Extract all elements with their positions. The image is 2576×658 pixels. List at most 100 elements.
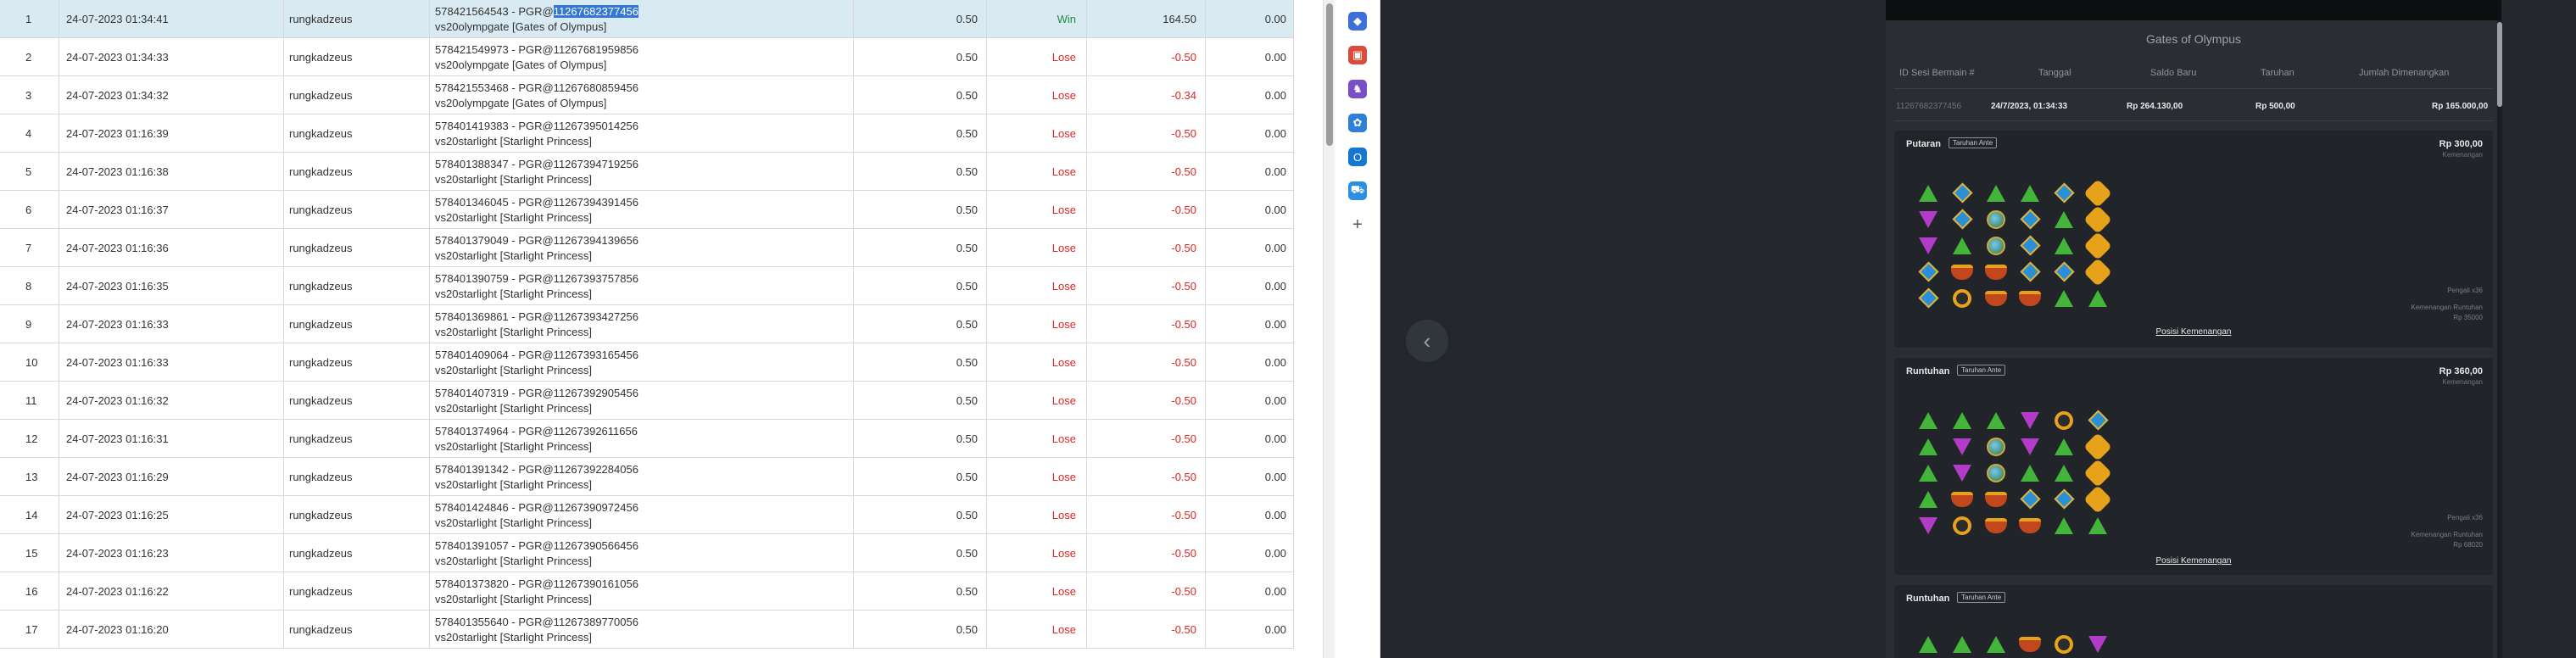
symbol-tri-icon <box>1945 232 1979 259</box>
table-row[interactable]: 10 24-07-2023 01:16:33 rungkadzeus 57840140… <box>0 343 1294 382</box>
row-date: 24-07-2023 01:34:32 <box>59 76 284 114</box>
row-transaction-id[interactable]: 578421549973 - PGR@11267681959856 <box>435 42 638 58</box>
table-row[interactable]: 13 24-07-2023 01:16:29 rungkadzeus 57840139… <box>0 458 1294 496</box>
card-multiplier: Pengali x36 <box>2447 287 2483 294</box>
symbol-ring-icon <box>2047 407 2081 433</box>
toolbox-icon[interactable]: ▣ <box>1348 46 1367 64</box>
row-balance: 0.00 <box>1206 420 1294 458</box>
header-date: Tanggal <box>2038 68 2071 78</box>
row-user: rungkadzeus <box>284 153 430 191</box>
table-row[interactable]: 8 24-07-2023 01:16:35 rungkadzeus 578401390… <box>0 267 1294 305</box>
tag-icon[interactable]: ◆ <box>1348 12 1367 31</box>
row-transaction-id[interactable]: 578421553468 - PGR@11267680859456 <box>435 81 638 96</box>
transaction-id-text: 578401391342 - PGR@11267392284056 <box>435 462 638 476</box>
symbol-hex-icon <box>2081 231 2115 260</box>
table-row[interactable]: 9 24-07-2023 01:16:33 rungkadzeus 578401369… <box>0 305 1294 343</box>
table-row[interactable]: 11 24-07-2023 01:16:32 rungkadzeus 57840140… <box>0 382 1294 420</box>
table-row[interactable]: 15 24-07-2023 01:16:23 rungkadzeus 57840139… <box>0 534 1294 572</box>
row-transaction-id[interactable]: 578401407319 - PGR@11267392905456 <box>435 386 638 401</box>
card-title: Runtuhan <box>1906 366 1950 376</box>
row-bet: 0.50 <box>854 343 987 382</box>
chess-icon[interactable]: ♞ <box>1348 80 1367 98</box>
table-row[interactable]: 5 24-07-2023 01:16:38 rungkadzeus 578401388… <box>0 153 1294 191</box>
symbol-dia-icon <box>2013 232 2047 259</box>
row-description[interactable]: 578401355640 - PGR@11267389770056 vs20sta… <box>430 611 854 649</box>
panel-title: Gates of Olympus <box>2145 32 2242 46</box>
row-description[interactable]: 578401369861 - PGR@11267393427256 vs20sta… <box>430 305 854 343</box>
symbol-dia-icon <box>2047 180 2081 206</box>
table-row[interactable]: 6 24-07-2023 01:16:37 rungkadzeus 578401346… <box>0 191 1294 229</box>
symbol-tri-icon <box>1911 433 1945 460</box>
row-balance: 0.00 <box>1206 534 1294 572</box>
scrollbar-thumb[interactable] <box>1326 3 1333 146</box>
row-transaction-id[interactable]: 578421564543 - PGR@11267682377456 <box>435 4 638 20</box>
row-transaction-id[interactable]: 578401424846 - PGR@11267390972456 <box>435 500 638 516</box>
row-transaction-id[interactable]: 578401373820 - PGR@11267390161056 <box>435 577 638 592</box>
row-description[interactable]: 578401391057 - PGR@11267390566456 vs20sta… <box>430 534 854 572</box>
row-bet: 0.50 <box>854 191 987 229</box>
row-transaction-id[interactable]: 578401374964 - PGR@11267392611656 <box>435 424 638 439</box>
row-transaction-id[interactable]: 578401391057 - PGR@11267390566456 <box>435 538 638 554</box>
symbol-tri-icon <box>2013 460 2047 486</box>
row-transaction-id[interactable]: 578401388347 - PGR@11267394719256 <box>435 157 638 172</box>
row-transaction-id[interactable]: 578401390759 - PGR@11267393757856 <box>435 271 638 287</box>
table-row[interactable]: 14 24-07-2023 01:16:25 rungkadzeus 57840142… <box>0 496 1294 534</box>
back-button[interactable]: ‹ <box>1406 320 1448 362</box>
table-row[interactable]: 4 24-07-2023 01:16:39 rungkadzeus 578401419… <box>0 114 1294 153</box>
scrollbar-thumb[interactable] <box>2497 22 2502 107</box>
row-transaction-id[interactable]: 578401379049 - PGR@11267394139656 <box>435 233 638 248</box>
row-description[interactable]: 578421549973 - PGR@11267681959856 vs20oly… <box>430 38 854 76</box>
transaction-id-text: 578401407319 - PGR@11267392905456 <box>435 386 638 399</box>
win-positions-link[interactable]: Posisi Kemenangan <box>1894 327 2493 337</box>
symbol-tri-icon <box>2047 460 2081 486</box>
row-result: Lose <box>987 191 1087 229</box>
row-transaction-id[interactable]: 578401409064 - PGR@11267393165456 <box>435 348 638 363</box>
row-description[interactable]: 578401373820 - PGR@11267390161056 vs20sta… <box>430 572 854 611</box>
row-description[interactable]: 578401379049 - PGR@11267394139656 vs20sta… <box>430 229 854 267</box>
row-description[interactable]: 578401407319 - PGR@11267392905456 vs20sta… <box>430 382 854 420</box>
win-positions-link[interactable]: Posisi Kemenangan <box>1894 556 2493 566</box>
chevron-left-icon: ‹ <box>1423 327 1431 354</box>
row-date: 24-07-2023 01:34:41 <box>59 0 284 38</box>
row-game: vs20starlight [Starlight Princess] <box>435 477 592 491</box>
table-row[interactable]: 2 24-07-2023 01:34:33 rungkadzeus 578421549… <box>0 38 1294 76</box>
row-user: rungkadzeus <box>284 458 430 496</box>
row-transaction-id[interactable]: 578401391342 - PGR@11267392284056 <box>435 462 638 477</box>
table-row[interactable]: 1 24-07-2023 01:34:41 rungkadzeus 578421564… <box>0 0 1294 38</box>
row-description[interactable]: 578401419383 - PGR@11267395014256 vs20sta… <box>430 114 854 153</box>
panel-scrollbar[interactable] <box>2497 20 2502 658</box>
row-description[interactable]: 578421564543 - PGR@11267682377456 vs20oly… <box>430 0 854 38</box>
row-transaction-id[interactable]: 578401419383 - PGR@11267395014256 <box>435 119 638 134</box>
row-description[interactable]: 578401374964 - PGR@11267392611656 vs20sta… <box>430 420 854 458</box>
copilot-icon[interactable]: ✿ <box>1348 114 1367 132</box>
row-description[interactable]: 578401391342 - PGR@11267392284056 vs20sta… <box>430 458 854 496</box>
row-balance: 0.00 <box>1206 114 1294 153</box>
row-description[interactable]: 578401409064 - PGR@11267393165456 vs20sta… <box>430 343 854 382</box>
row-description[interactable]: 578401390759 - PGR@11267393757856 vs20sta… <box>430 267 854 305</box>
symbol-tri-icon <box>2047 206 2081 232</box>
row-index: 7 <box>0 229 59 267</box>
table-row[interactable]: 12 24-07-2023 01:16:31 rungkadzeus 57840137… <box>0 420 1294 458</box>
row-result: Lose <box>987 382 1087 420</box>
row-description[interactable]: 578401346045 - PGR@11267394391456 vs20sta… <box>430 191 854 229</box>
table-row[interactable]: 16 24-07-2023 01:16:22 rungkadzeus 57840137… <box>0 572 1294 611</box>
table-row[interactable]: 17 24-07-2023 01:16:20 rungkadzeus 57840135… <box>0 611 1294 649</box>
row-transaction-id[interactable]: 578401346045 - PGR@11267394391456 <box>435 195 638 210</box>
symbol-dia-icon <box>1945 206 1979 232</box>
card-tumble-label: Kemenangan Runtuhan <box>2411 304 2483 311</box>
table-row[interactable]: 7 24-07-2023 01:16:36 rungkadzeus 578401379… <box>0 229 1294 267</box>
table-row[interactable]: 3 24-07-2023 01:34:32 rungkadzeus 578421553… <box>0 76 1294 114</box>
row-transaction-id[interactable]: 578401369861 - PGR@11267393427256 <box>435 309 638 325</box>
row-transaction-id[interactable]: 578401355640 - PGR@11267389770056 <box>435 615 638 630</box>
outlook-icon[interactable]: O <box>1348 148 1367 166</box>
symbol-tri-icon <box>2013 180 2047 206</box>
row-description[interactable]: 578401424846 - PGR@11267390972456 vs20sta… <box>430 496 854 534</box>
row-user: rungkadzeus <box>284 420 430 458</box>
shopping-icon[interactable]: ⛟ <box>1348 181 1367 200</box>
table-scrollbar[interactable] <box>1323 0 1335 658</box>
symbol-tri-icon <box>1979 180 2013 206</box>
row-description[interactable]: 578401388347 - PGR@11267394719256 vs20sta… <box>430 153 854 191</box>
row-description[interactable]: 578421553468 - PGR@11267680859456 vs20oly… <box>430 76 854 114</box>
add-icon[interactable]: + <box>1348 215 1367 234</box>
row-date: 24-07-2023 01:16:35 <box>59 267 284 305</box>
